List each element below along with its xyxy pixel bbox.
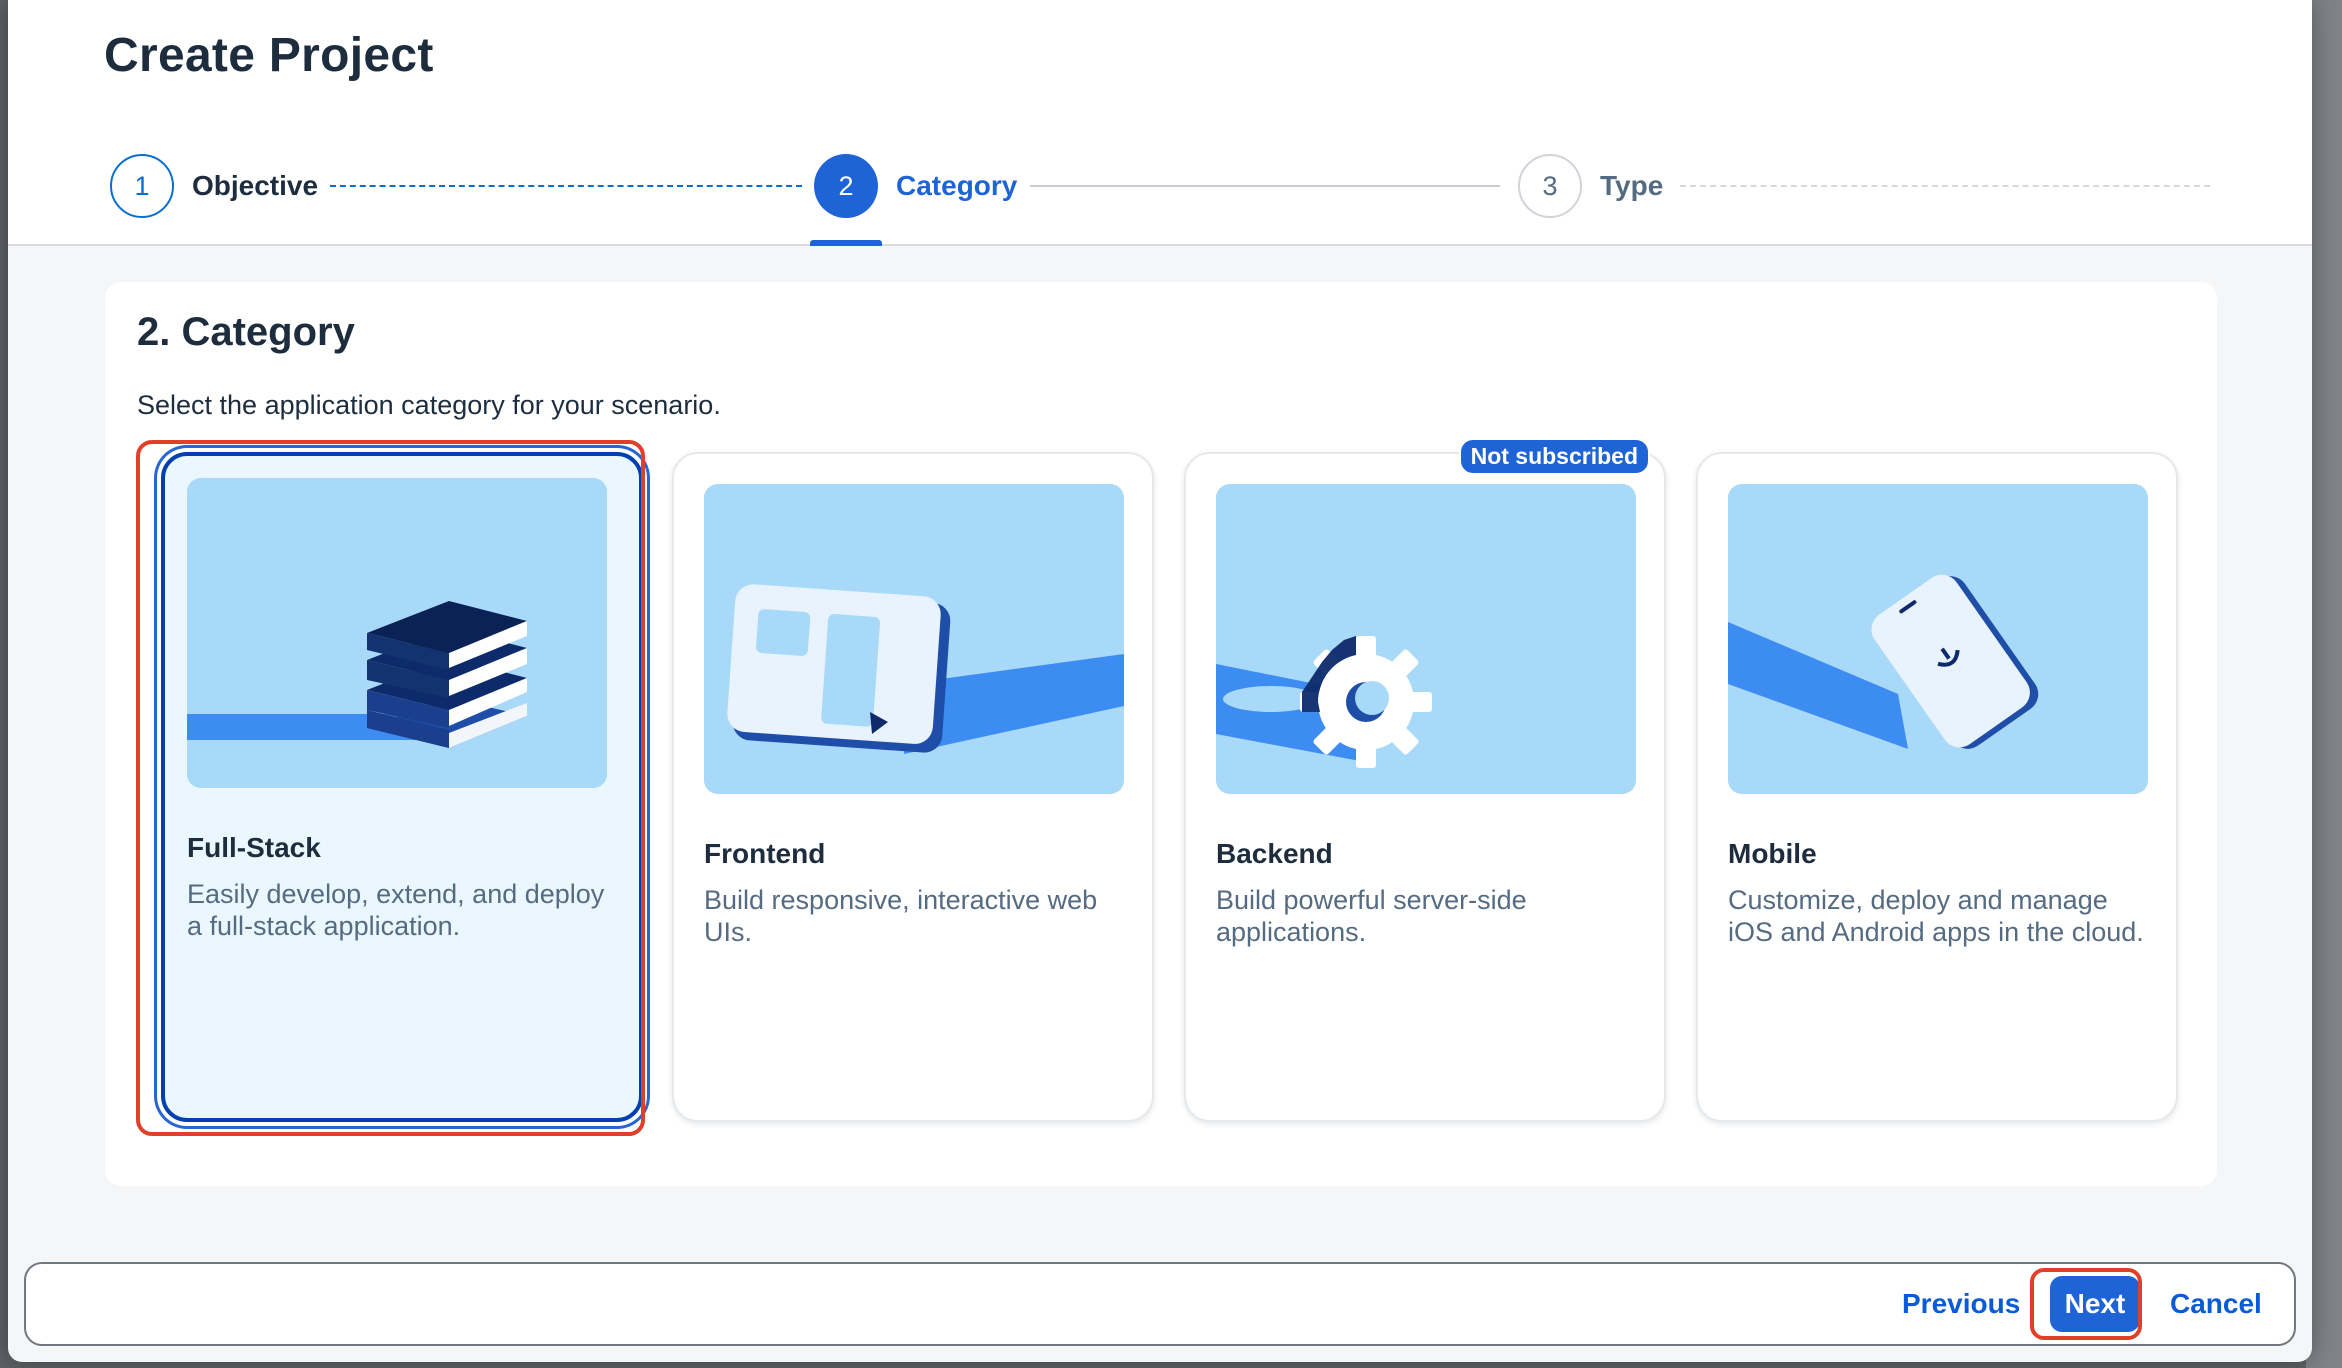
not-subscribed-badge: Not subscribed bbox=[1458, 438, 1650, 475]
previous-button[interactable]: Previous bbox=[1902, 1288, 2020, 1320]
step-number: 2 bbox=[814, 154, 878, 218]
step-label: Category bbox=[896, 170, 1018, 201]
step-label: Objective bbox=[192, 170, 319, 201]
next-button-highlight bbox=[2030, 1268, 2142, 1340]
card-description: Build powerful server-side applications. bbox=[1216, 885, 1527, 947]
current-step-indicator bbox=[810, 240, 882, 246]
section-title: 2. Category bbox=[137, 310, 355, 354]
card-title: Mobile bbox=[1728, 838, 1817, 869]
gear-illustration bbox=[1216, 484, 1636, 794]
dialog-header: Create Project 1 Objective 2 Category 3 … bbox=[8, 0, 2312, 246]
tablet-ui-illustration bbox=[704, 484, 1124, 794]
step-connector bbox=[1680, 185, 2210, 187]
card-mobile[interactable]: Mobile Customize, deploy and manage iOS … bbox=[1696, 452, 2178, 1122]
card-backend[interactable]: Not subscribed Backend Build powerful se… bbox=[1184, 438, 1666, 1122]
wizard-step-category[interactable]: 2 Category bbox=[814, 154, 1017, 218]
dialog-title: Create Project bbox=[104, 29, 434, 82]
card-frontend[interactable]: Frontend Build responsive, interactive w… bbox=[672, 452, 1154, 1122]
step-label: Type bbox=[1600, 170, 1664, 201]
card-description: Build responsive, interactive web UIs. bbox=[704, 885, 1098, 947]
section-subtitle: Select the application category for your… bbox=[137, 390, 721, 420]
wizard-step-type[interactable]: 3 Type bbox=[1518, 154, 1663, 218]
mobile-phone-illustration bbox=[1728, 484, 2148, 794]
card-title: Backend bbox=[1216, 838, 1333, 869]
step-connector bbox=[330, 185, 802, 187]
cancel-button[interactable]: Cancel bbox=[2170, 1288, 2262, 1320]
step-number: 1 bbox=[110, 154, 174, 218]
wizard-steps: 1 Objective 2 Category 3 Type bbox=[8, 140, 2312, 246]
wizard-step-objective[interactable]: 1 Objective bbox=[110, 154, 318, 218]
card-title: Frontend bbox=[704, 838, 826, 869]
step-connector bbox=[1030, 185, 1500, 187]
selected-card-highlight bbox=[136, 440, 645, 1136]
card-description: Customize, deploy and manage iOS and And… bbox=[1728, 885, 2144, 947]
step-number: 3 bbox=[1518, 154, 1582, 218]
